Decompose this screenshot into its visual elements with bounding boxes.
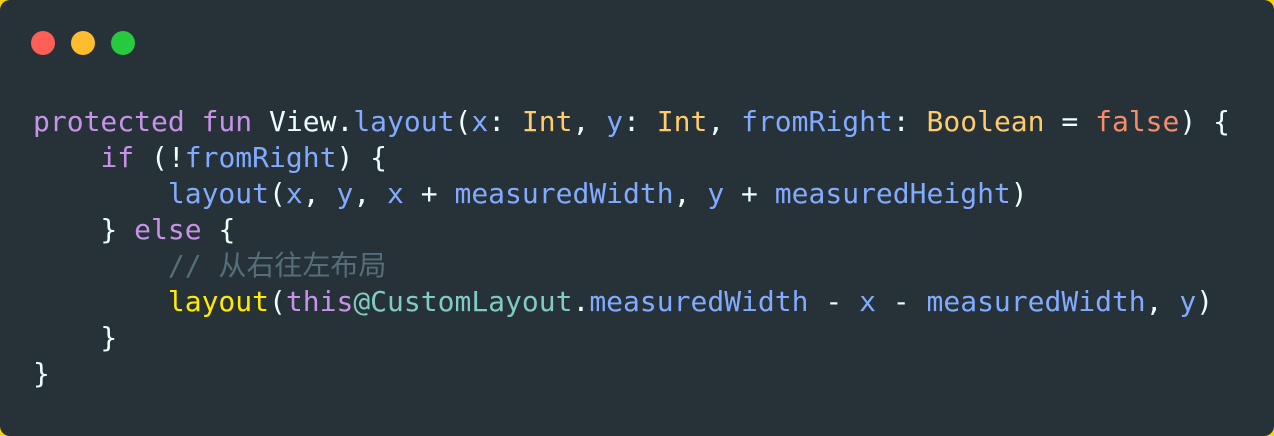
maximize-dot-icon[interactable] bbox=[111, 31, 135, 55]
code-token: Int bbox=[656, 105, 708, 138]
code-token: ( bbox=[269, 177, 286, 210]
code-line: // 从右往左布局 bbox=[33, 248, 1230, 284]
window-controls bbox=[31, 31, 135, 55]
code-token: layout bbox=[167, 285, 270, 318]
code-token: ) { bbox=[1179, 105, 1230, 138]
code-token: ) bbox=[1010, 177, 1028, 210]
code-token: Boolean bbox=[926, 105, 1045, 138]
code-token: - bbox=[808, 285, 860, 318]
code-line: layout(this@CustomLayout.measuredWidth -… bbox=[33, 284, 1230, 320]
minimize-dot-icon[interactable] bbox=[71, 31, 95, 55]
code-token: (! bbox=[134, 141, 185, 174]
code-token: x bbox=[387, 177, 404, 210]
code-token: } bbox=[33, 321, 118, 354]
code-token: x bbox=[471, 105, 489, 138]
code-token: if bbox=[100, 141, 135, 174]
code-token: measuredWidth bbox=[926, 285, 1146, 318]
code-token: : bbox=[488, 105, 522, 138]
code-token: ( bbox=[269, 285, 286, 318]
code-token: , bbox=[707, 105, 742, 138]
code-token: measuredWidth bbox=[589, 285, 809, 318]
code-token: View. bbox=[252, 105, 354, 138]
code-token: - bbox=[875, 285, 927, 318]
code-token: y bbox=[1179, 285, 1197, 318]
code-line: } else { bbox=[33, 212, 1230, 248]
code-line: protected fun View.layout(x: Int, y: Int… bbox=[33, 104, 1230, 140]
code-line: } bbox=[33, 320, 1230, 356]
code-token: , bbox=[1145, 285, 1180, 318]
code-token: y bbox=[707, 177, 725, 210]
code-token: + bbox=[724, 177, 775, 210]
code-window: protected fun View.layout(x: Int, y: Int… bbox=[0, 0, 1274, 436]
code-token: } bbox=[33, 357, 50, 390]
code-token: y bbox=[606, 105, 624, 138]
code-token: { bbox=[201, 213, 236, 246]
code-token: + bbox=[403, 177, 455, 210]
code-token: false bbox=[1095, 105, 1180, 138]
code-token: this bbox=[285, 285, 354, 318]
code-token: fromRight bbox=[741, 105, 893, 138]
code-token: , bbox=[302, 177, 337, 210]
code-token: fromRight bbox=[184, 141, 337, 174]
code-line: layout(x, y, x + measuredWidth, y + meas… bbox=[33, 176, 1230, 212]
code-token: , bbox=[353, 177, 388, 210]
code-token: x bbox=[859, 285, 876, 318]
code-token: Int bbox=[521, 105, 573, 138]
code-token: @CustomLayout bbox=[353, 285, 573, 318]
code-token: ) bbox=[1196, 285, 1214, 318]
code-token: fun bbox=[201, 105, 253, 138]
code-token: . bbox=[572, 285, 590, 318]
code-token: ) { bbox=[336, 141, 388, 174]
code-token: measuredHeight bbox=[774, 177, 1011, 210]
code-token: y bbox=[336, 177, 354, 210]
code-token: layout bbox=[167, 177, 270, 210]
code-token: protected bbox=[33, 105, 185, 138]
code-token: } bbox=[33, 213, 135, 246]
code-token: x bbox=[285, 177, 303, 210]
code-token: layout bbox=[353, 105, 455, 138]
code-block: protected fun View.layout(x: Int, y: Int… bbox=[33, 104, 1230, 392]
code-token: ( bbox=[454, 105, 472, 138]
code-token: // 从右往左布局 bbox=[167, 249, 387, 282]
code-line: if (!fromRight) { bbox=[33, 140, 1230, 176]
code-token: else bbox=[134, 213, 202, 246]
code-token: , bbox=[673, 177, 708, 210]
code-token: : bbox=[623, 105, 657, 138]
close-dot-icon[interactable] bbox=[31, 31, 55, 55]
code-token: measuredWidth bbox=[454, 177, 674, 210]
code-line: } bbox=[33, 356, 1230, 392]
code-token: : bbox=[892, 105, 927, 138]
code-token: , bbox=[572, 105, 607, 138]
code-token: = bbox=[1044, 105, 1096, 138]
